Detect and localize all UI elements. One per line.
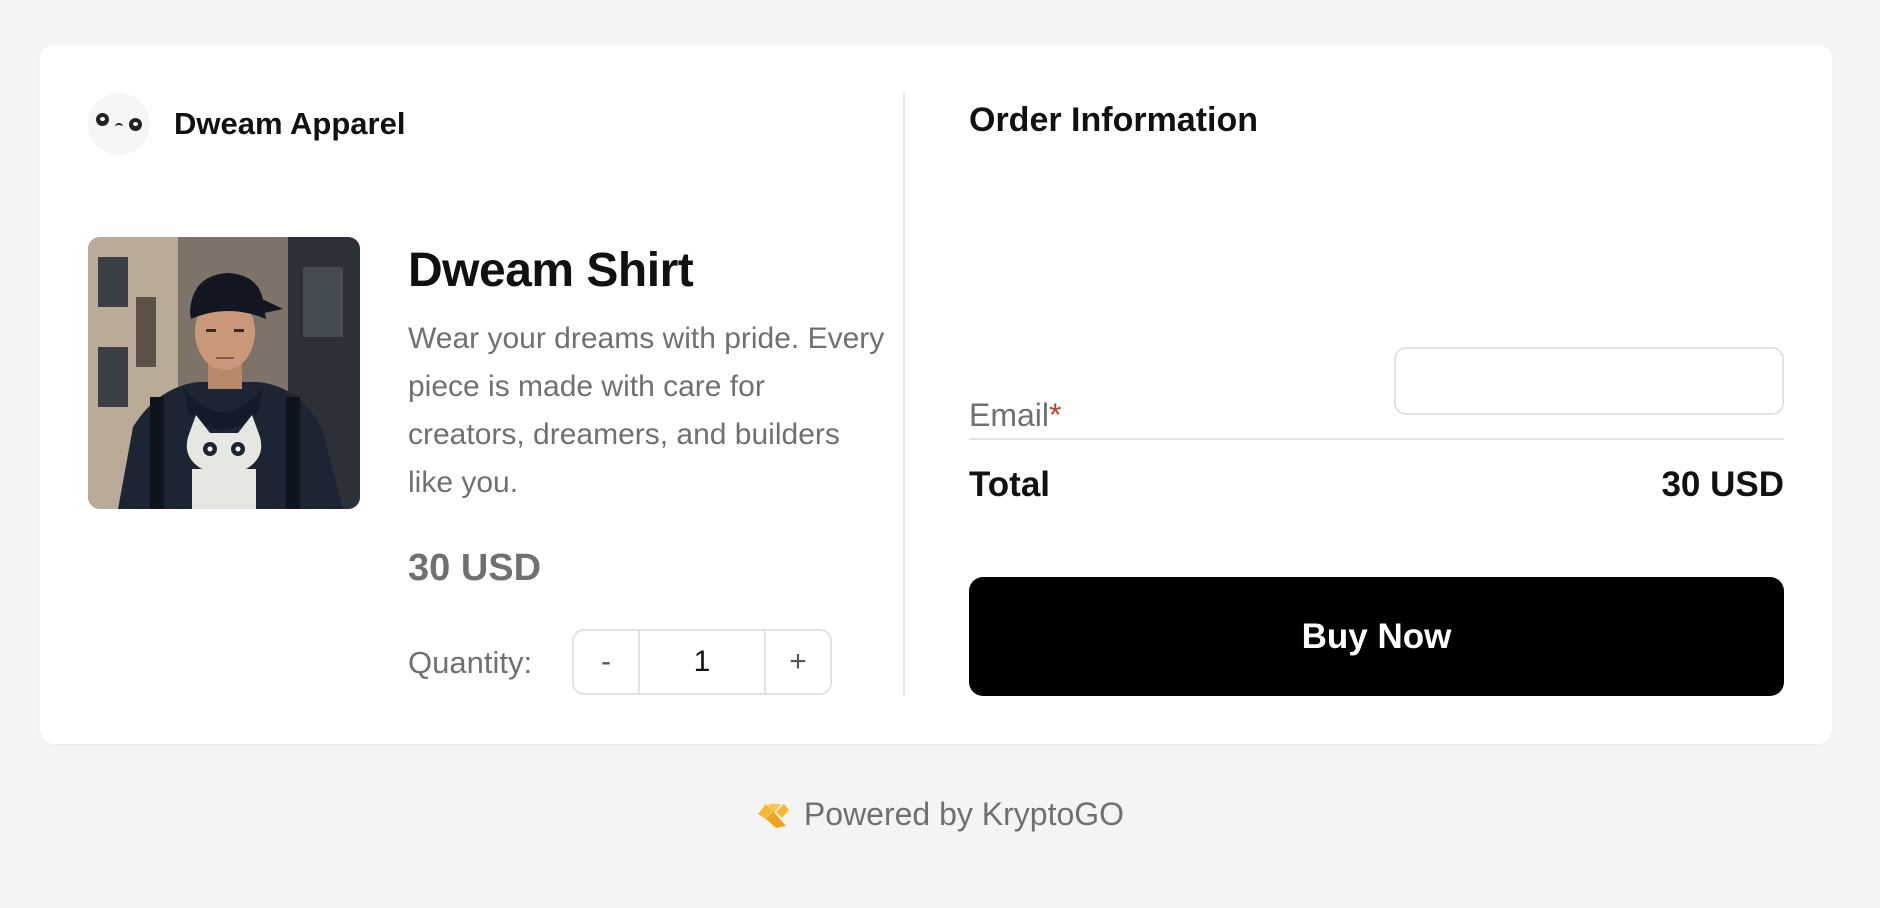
increment-button[interactable]: + <box>766 631 830 693</box>
product-price: 30 USD <box>408 547 542 589</box>
section-divider <box>903 93 905 696</box>
quantity-value[interactable]: 1 <box>638 631 766 693</box>
email-label-text: Email <box>969 397 1050 433</box>
order-title: Order Information <box>969 101 1259 139</box>
total-label: Total <box>969 465 1051 504</box>
brand-name: Dweam Apparel <box>174 106 406 141</box>
product-title: Dweam Shirt <box>408 244 694 297</box>
checkout-card: Dweam Apparel Dweam Shirt Wear your drea… <box>40 45 1832 744</box>
quantity-label: Quantity: <box>408 645 533 680</box>
powered-by-text[interactable]: Powered by KryptoGO <box>804 796 1124 833</box>
brand-header: Dweam Apparel <box>88 93 405 155</box>
required-mark: * <box>1049 397 1062 433</box>
buy-now-button[interactable]: Buy Now <box>969 577 1784 696</box>
product-description: Wear your dreams with pride. Every piece… <box>408 322 885 499</box>
total-divider <box>969 438 1784 440</box>
kryptogo-logo-icon <box>757 803 789 828</box>
product-photo-icon <box>88 237 360 509</box>
email-label: Email* <box>969 397 1061 434</box>
total-value: 30 USD <box>1661 465 1784 504</box>
panda-face-icon <box>88 93 150 155</box>
quantity-stepper: - 1 + <box>572 629 832 695</box>
decrement-button[interactable]: - <box>574 631 638 693</box>
email-field[interactable] <box>1394 347 1784 415</box>
powered-by-footer: Powered by KryptoGO <box>0 796 1880 833</box>
